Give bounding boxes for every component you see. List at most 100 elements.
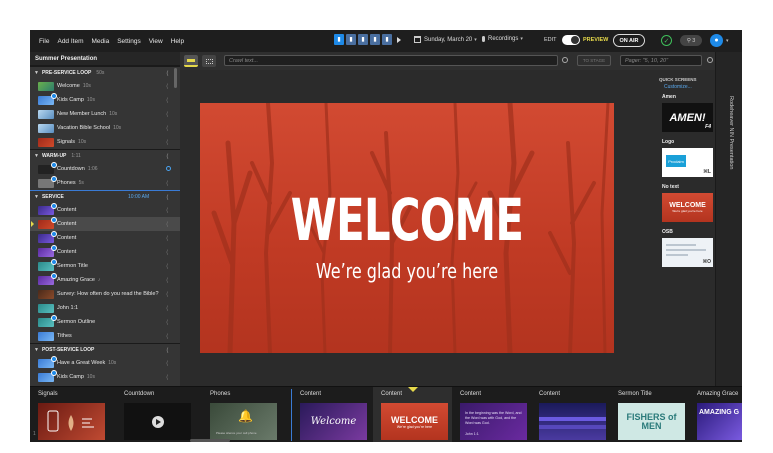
drag-handle-icon[interactable]: ⟨ — [166, 125, 168, 132]
strip-cell[interactable]: Content In the beginning was the Word, a… — [452, 387, 531, 442]
crawl-text-input[interactable]: Crawl text... — [224, 55, 558, 66]
drag-handle-icon[interactable]: ⟨ — [166, 360, 168, 367]
play-icon[interactable] — [397, 36, 401, 43]
to-stage-button[interactable]: TO STAGE — [577, 55, 611, 66]
on-air-button[interactable]: ON AIR — [613, 34, 645, 47]
strip-cell[interactable]: Sermon Title FISHERS of MEN — [610, 387, 689, 442]
preview-mode-label[interactable]: PREVIEW — [583, 37, 608, 43]
mode-extra-button[interactable]: ▮ — [382, 34, 392, 45]
list-item[interactable]: Phones 5s ⟨ — [30, 175, 180, 190]
drag-handle-icon[interactable]: ⟨ — [166, 83, 168, 90]
drag-handle-icon[interactable]: ⟨ — [166, 319, 168, 326]
list-item[interactable]: Kids Camp 10s ⟨ — [30, 369, 180, 384]
quick-screen-no-text[interactable]: WELCOME We’re glad you’re here — [662, 193, 713, 222]
mode-bible-button[interactable]: ▮ — [370, 34, 380, 45]
strip-cell[interactable]: Amazing Grace AMAZING G — [689, 387, 742, 442]
section-header-service[interactable]: ▼ SERVICE 10:00 AM ⟨ — [30, 190, 180, 203]
list-view-button[interactable] — [184, 55, 198, 67]
menu-view[interactable]: View — [149, 38, 163, 45]
grid-view-button[interactable] — [202, 55, 216, 67]
quick-screen-osb[interactable]: ⌘O — [662, 238, 713, 267]
drag-handle-icon[interactable]: ⟨ — [166, 291, 168, 298]
clear-icon[interactable] — [707, 57, 713, 63]
strip-thumbnail-text: AMAZING G — [699, 409, 740, 416]
strip-cell[interactable]: Content Welcome — [292, 387, 373, 442]
drag-handle-icon[interactable]: ⟨ — [166, 221, 168, 228]
list-item-selected[interactable]: Content ⟨ — [30, 216, 180, 231]
item-label: John 1:1 — [57, 305, 79, 311]
drag-handle-icon[interactable]: ⟨ — [166, 153, 169, 160]
list-item[interactable]: Kids Camp 10s ⟨ — [30, 92, 180, 107]
strip-cell[interactable]: Countdown — [116, 387, 202, 442]
quick-screen-amen[interactable]: AMEN! F4 — [662, 103, 713, 132]
list-item[interactable]: Tithes ⟨ — [30, 329, 180, 343]
list-item[interactable]: Countdown 1:06 — [30, 161, 180, 176]
list-item[interactable]: New Member Lunch 10s ⟨ — [30, 107, 180, 121]
menu-file[interactable]: File — [39, 38, 49, 45]
clear-icon[interactable] — [562, 57, 568, 63]
drag-handle-icon[interactable]: ⟨ — [166, 180, 168, 187]
list-item[interactable]: Signals 10s ⟨ — [30, 135, 180, 149]
list-item[interactable]: Sermon Title ⟨ — [30, 258, 180, 273]
customize-link[interactable]: Customize... — [664, 84, 692, 90]
strip-scrollbar[interactable] — [190, 439, 230, 442]
badge-icon — [51, 272, 57, 279]
menu-settings[interactable]: Settings — [117, 38, 141, 45]
mode-slides-button[interactable]: ▮ — [334, 34, 344, 45]
slide-preview[interactable]: WELCOME We’re glad you’re here — [200, 103, 614, 353]
drag-handle-icon[interactable]: ⟨ — [166, 374, 168, 381]
drag-handle-icon[interactable]: ⟨ — [166, 305, 168, 312]
list-item[interactable]: Content ⟨ — [30, 230, 180, 245]
songs-icon: ▮ — [361, 37, 365, 43]
strip-cell[interactable]: Signals — [30, 387, 116, 442]
check-icon[interactable]: ✓ — [661, 35, 672, 46]
drag-handle-icon[interactable]: ⟨ — [166, 277, 168, 284]
strip-cell-live[interactable]: Content WELCOME We’re glad you’re here — [373, 387, 452, 442]
menu-help[interactable]: Help — [171, 38, 184, 45]
drag-handle-icon[interactable]: ⟨ — [166, 97, 168, 104]
notifications-button[interactable]: ⚲ 3 — [680, 35, 702, 46]
edit-mode-label[interactable]: EDIT — [544, 37, 557, 43]
menu-add-item[interactable]: Add Item — [57, 38, 83, 45]
quick-screen-logo[interactable]: Proclaim ⌘L — [662, 148, 713, 177]
presentation-title[interactable]: Summer Presentation — [30, 52, 180, 66]
list-item[interactable]: Survey: How often do you read the Bible?… — [30, 287, 180, 301]
mode-media-button[interactable]: ▮ — [346, 34, 356, 45]
drag-handle-icon[interactable]: ⟨ — [166, 70, 169, 77]
drag-handle-icon[interactable]: ⟨ — [166, 111, 168, 118]
mode-songs-button[interactable]: ▮ — [358, 34, 368, 45]
list-item[interactable]: Vacation Bible School 10s ⟨ — [30, 121, 180, 135]
side-panel-tab[interactable]: Rodeheaver NIN Presentation — [715, 52, 742, 386]
drag-handle-icon[interactable]: ⟨ — [166, 194, 169, 201]
strip-cell[interactable]: Content — [531, 387, 610, 442]
slide-strip: Signals Countdown Phones 🔔 Please silenc… — [30, 386, 742, 442]
section-header-warm-up[interactable]: ▼ WARM-UP 1:11 ⟨ — [30, 149, 180, 162]
drag-handle-icon[interactable]: ⟨ — [166, 139, 168, 146]
drag-handle-icon[interactable]: ⟨ — [166, 207, 168, 214]
list-item[interactable]: Content ⟨ — [30, 202, 180, 217]
list-item[interactable]: Amazing Grace ♪ ⟨ — [30, 272, 180, 287]
list-item[interactable]: Have a Great Week 10s ⟨ — [30, 355, 180, 370]
recordings-selector[interactable]: Recordings ▾ — [482, 36, 523, 42]
drag-handle-icon[interactable]: ⟨ — [166, 249, 168, 256]
section-header-pre-service[interactable]: ▼ PRE-SERVICE LOOP 50s ⟨ — [30, 66, 180, 79]
list-item[interactable]: Content ⟨ — [30, 244, 180, 259]
date-selector[interactable]: Sunday, March 20 ▾ — [414, 36, 477, 43]
drag-handle-icon[interactable]: ⟨ — [166, 347, 169, 354]
menu-media[interactable]: Media — [92, 38, 110, 45]
list-item[interactable]: Sermon Outline ⟨ — [30, 314, 180, 329]
drag-handle-icon[interactable]: ⟨ — [166, 263, 168, 270]
item-label: Countdown — [57, 166, 85, 172]
strip-cell-label: Countdown — [124, 391, 155, 397]
badge-icon — [51, 314, 57, 321]
chevron-down-icon[interactable]: ▾ — [726, 38, 729, 44]
edit-preview-toggle[interactable] — [562, 35, 580, 45]
list-item[interactable]: Welcome 10s ⟨ — [30, 79, 180, 93]
pager-input[interactable]: Pager: "5, 10, 20" — [620, 55, 702, 66]
section-header-post-service[interactable]: ▼ POST-SERVICE LOOP ⟨ — [30, 343, 180, 356]
drag-handle-icon[interactable]: ⟨ — [166, 235, 168, 242]
strip-cell[interactable]: Phones 🔔 Please silence your cell phone — [202, 387, 291, 442]
drag-handle-icon[interactable]: ⟨ — [166, 333, 168, 340]
list-item[interactable]: John 1:1 ⟨ — [30, 301, 180, 315]
user-avatar[interactable]: ● — [710, 34, 723, 47]
